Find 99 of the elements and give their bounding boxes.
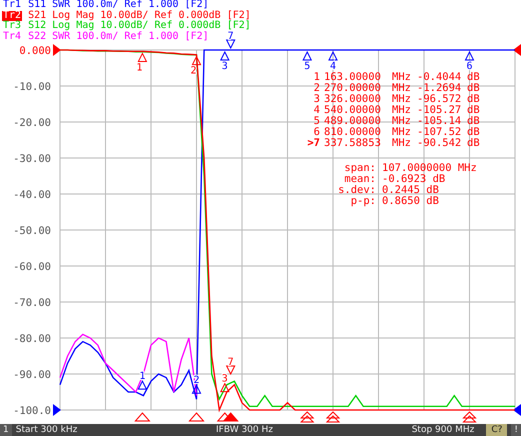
warning-indicator[interactable]: ! xyxy=(511,424,521,436)
frequency-unit: MHz xyxy=(392,137,411,149)
marker-frequency: 337.58853 xyxy=(324,137,381,149)
statistic-value: 107.0000000 MHz xyxy=(382,162,477,174)
marker-frequency: 489.00000 xyxy=(324,115,381,127)
trace-settings: SWR 100.0m/ Ref 1.000 [F2] xyxy=(52,32,209,42)
marker-position-icon xyxy=(188,412,205,422)
marker-label: 3 xyxy=(222,374,228,385)
value-unit: dB xyxy=(467,115,480,127)
off-scale-marker-icon xyxy=(326,411,340,422)
channel-number[interactable]: 1 xyxy=(0,424,12,436)
statistic-value: 0.8650 dB xyxy=(382,195,439,207)
trace-tab[interactable]: Tr2 xyxy=(2,10,22,21)
y-axis-label: -50.00 xyxy=(13,225,51,237)
y-axis-label: 0.000 xyxy=(19,45,51,57)
reference-level-icon xyxy=(513,404,521,416)
marker-number: 4 xyxy=(314,104,320,116)
marker-value: -105.27 xyxy=(417,104,462,116)
marker-number: 2 xyxy=(314,82,320,94)
off-scale-marker-icon xyxy=(300,411,314,422)
marker-icon[interactable] xyxy=(220,382,230,392)
marker-icon[interactable] xyxy=(192,384,202,394)
marker-icon[interactable] xyxy=(464,50,474,60)
statistic-label: p-p: xyxy=(350,195,376,207)
statistic-label: span: xyxy=(344,162,376,174)
value-unit: dB xyxy=(467,126,480,138)
marker-label: 7 xyxy=(228,356,234,368)
frequency-unit: MHz xyxy=(392,104,411,116)
statistic-label: mean: xyxy=(344,173,376,185)
value-unit: dB xyxy=(467,104,480,116)
frequency-unit: MHz xyxy=(392,93,411,105)
marker-number: 1 xyxy=(314,71,320,83)
marker-icon[interactable] xyxy=(302,50,312,60)
marker-icon[interactable] xyxy=(328,50,338,60)
marker-value: -0.4044 xyxy=(417,71,462,83)
frequency-unit: MHz xyxy=(392,115,411,127)
marker-value: -105.14 xyxy=(417,115,462,127)
marker-label: 2 xyxy=(190,66,197,77)
off-scale-marker-icon xyxy=(462,411,477,422)
value-unit: dB xyxy=(467,137,480,149)
marker-icon[interactable] xyxy=(226,365,236,376)
marker-frequency: 326.00000 xyxy=(324,93,381,105)
marker-number: 6 xyxy=(314,126,320,138)
marker-label: 5 xyxy=(304,61,310,72)
statistic-label: s.dev: xyxy=(338,184,376,196)
y-axis-label: -90.00 xyxy=(13,369,51,381)
marker-number: 3 xyxy=(314,93,320,105)
marker-label: 7 xyxy=(228,31,234,42)
calibration-status[interactable]: C? xyxy=(486,424,508,436)
reference-level-icon xyxy=(53,44,61,56)
marker-icon[interactable] xyxy=(220,50,230,60)
marker-icon[interactable] xyxy=(226,40,236,50)
trace-settings: Log Mag 10.00dB/ Ref 0.000dB [F2] xyxy=(52,21,251,31)
marker-label: 3 xyxy=(222,61,228,72)
trace-parameter: S12 xyxy=(28,21,46,32)
marker-label: 6 xyxy=(466,61,473,72)
marker-frequency: 540.00000 xyxy=(324,104,381,116)
trace-settings: Log Mag 10.00dB/ Ref 0.000dB [F2] xyxy=(52,10,251,20)
marker-label: 4 xyxy=(330,61,336,72)
marker-value: -107.52 xyxy=(417,126,462,138)
marker-value: -96.572 xyxy=(417,93,462,105)
marker-icon[interactable] xyxy=(138,52,148,62)
marker-value: -90.542 xyxy=(417,137,462,149)
frequency-unit: MHz xyxy=(392,71,411,83)
value-unit: dB xyxy=(467,71,480,83)
y-axis-label: -40.00 xyxy=(13,189,51,201)
marker-icon[interactable] xyxy=(138,380,148,390)
marker-icon[interactable] xyxy=(192,55,202,66)
if-bandwidth: IFBW 300 Hz xyxy=(215,425,274,435)
marker-frequency: 270.00000 xyxy=(324,82,381,94)
marker-number: >7 xyxy=(307,137,320,149)
y-axis-label: -60.00 xyxy=(13,261,51,273)
marker-value: -1.2694 xyxy=(417,82,462,94)
marker-position-icon xyxy=(134,412,150,422)
statistic-value: 0.2445 dB xyxy=(382,184,439,196)
marker-number: 5 xyxy=(314,115,320,127)
trace-parameter: S22 xyxy=(28,32,46,42)
stop-frequency: Stop 900 MHz xyxy=(412,425,474,435)
marker-position-icon xyxy=(222,412,239,422)
y-axis-label: -10.00 xyxy=(13,81,51,93)
marker-frequency: 163.00000 xyxy=(324,71,381,83)
trace-tab[interactable]: Tr1 xyxy=(2,0,22,10)
reference-level-icon xyxy=(53,404,61,416)
y-axis-label: -70.00 xyxy=(13,297,51,309)
y-axis-label: -100.0 xyxy=(13,405,51,417)
marker-frequency: 810.00000 xyxy=(324,126,381,138)
statistic-value: -0.6923 dB xyxy=(382,173,446,185)
start-frequency: Start 300 kHz xyxy=(16,425,78,435)
marker-label: 1 xyxy=(136,62,142,74)
y-axis-label: -20.00 xyxy=(13,117,51,129)
frequency-unit: MHz xyxy=(392,126,411,138)
reference-level-icon xyxy=(513,44,521,56)
frequency-unit: MHz xyxy=(392,82,411,94)
value-unit: dB xyxy=(467,82,480,94)
trace-tab[interactable]: Tr4 xyxy=(2,32,22,42)
value-unit: dB xyxy=(467,93,480,105)
y-axis-label: -30.00 xyxy=(13,153,51,165)
trace-parameter: S21 xyxy=(28,10,46,20)
y-axis-label: -80.00 xyxy=(13,333,51,345)
